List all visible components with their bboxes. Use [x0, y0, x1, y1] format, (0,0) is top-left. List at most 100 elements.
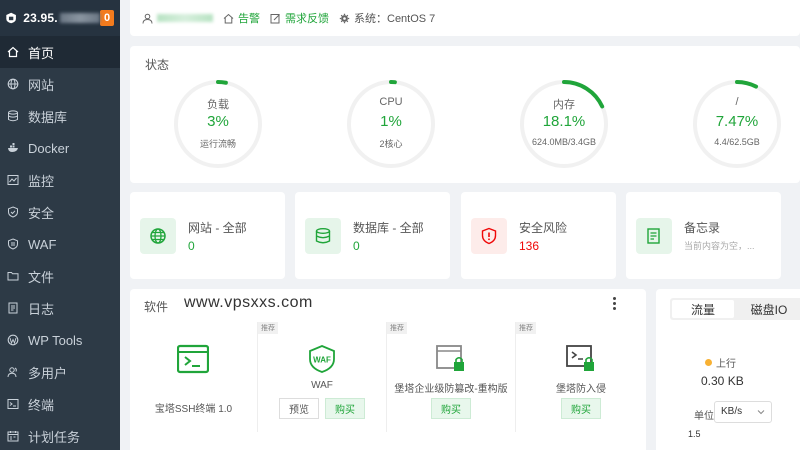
- sidebar-item-website[interactable]: 网站: [0, 68, 120, 100]
- gauge-value: 1%: [380, 113, 402, 130]
- status-panel: 状态 负载 3% 运行流畅 CPU 1% 2核心 内存 18.1% 624.0M…: [130, 46, 800, 183]
- bt-logo-icon: [6, 12, 16, 24]
- sidebar-item-docker[interactable]: Docker: [0, 132, 120, 164]
- traffic-panel: 流量 磁盘IO 上行 0.30 KB 单位 KB/s 1.5: [656, 289, 800, 450]
- sidebar-item-home[interactable]: 首页: [0, 36, 120, 68]
- sidebar-item-multi-user[interactable]: 多用户: [0, 356, 120, 388]
- watermark-text: www.vpsxxs.com: [184, 294, 313, 311]
- sidebar-item-wp-tools[interactable]: WP Tools: [0, 324, 120, 356]
- software-item-tamper-proof[interactable]: 推荐 堡塔企业级防篡改-重构版 购买: [387, 322, 516, 432]
- sidebar-item-files[interactable]: 文件: [0, 260, 120, 292]
- unit-select-value: KB/s: [721, 406, 743, 417]
- card-title: 安全风险: [519, 221, 568, 235]
- preview-button[interactable]: 预览: [279, 398, 319, 419]
- sidebar-item-label: 监控: [28, 173, 55, 189]
- sidebar-item-logs[interactable]: 日志: [0, 292, 120, 324]
- sidebar-item-terminal[interactable]: 终端: [0, 388, 120, 420]
- sidebar-item-label: 终端: [28, 397, 55, 413]
- software-panel: 软件 www.vpsxxs.com 宝塔SSH终端 1.0 推荐 WAF WAF…: [130, 289, 646, 450]
- buy-button[interactable]: 购买: [325, 398, 365, 419]
- card-icon-wrap: [140, 218, 176, 254]
- card-title: 数据库 - 全部: [353, 221, 424, 235]
- card-icon-wrap: [636, 218, 672, 254]
- software-name: 堡塔企业级防篡改-重构版: [394, 384, 508, 395]
- software-item-intrusion-prevention[interactable]: 推荐 堡塔防入侵 购买: [516, 322, 646, 432]
- folder-icon: [7, 272, 19, 281]
- sidebar-item-label: 首页: [28, 45, 55, 61]
- software-item-waf[interactable]: 推荐 WAF WAF 预览 购买: [258, 322, 387, 432]
- card-databases[interactable]: 数据库 - 全部 0: [295, 192, 450, 279]
- users-icon: [7, 367, 17, 378]
- buy-button[interactable]: 购买: [561, 398, 601, 419]
- ssh-terminal-icon: [177, 344, 209, 374]
- sidebar-item-waf[interactable]: WAF: [0, 228, 120, 260]
- user-account[interactable]: [142, 13, 213, 24]
- gauge-sub: 624.0MB/3.4GB: [531, 137, 597, 147]
- gauge-memory[interactable]: 内存 18.1% 624.0MB/3.4GB: [516, 76, 612, 172]
- sidebar-item-label: 安全: [28, 205, 55, 221]
- sidebar-item-monitor[interactable]: 监控: [0, 164, 120, 196]
- alert-link[interactable]: 告警: [223, 10, 260, 26]
- upstream-label: 上行: [716, 359, 736, 370]
- software-title: 软件: [144, 300, 169, 314]
- log-icon: [8, 302, 18, 314]
- sidebar-item-label: Docker: [28, 140, 70, 156]
- sidebar-item-label: WP Tools: [28, 332, 83, 348]
- gauge-label: 内存: [553, 99, 575, 111]
- sidebar-item-label: 网站: [28, 77, 55, 93]
- sidebar-item-database[interactable]: 数据库: [0, 100, 120, 132]
- sidebar-item-security[interactable]: 安全: [0, 196, 120, 228]
- user-icon: [142, 13, 153, 24]
- gauge-value: 3%: [207, 113, 229, 130]
- recommend-tag: 推荐: [258, 322, 278, 334]
- gauge-load[interactable]: 负载 3% 运行流畅: [170, 76, 266, 172]
- card-websites[interactable]: 网站 - 全部 0: [130, 192, 285, 279]
- status-title: 状态: [145, 58, 170, 72]
- gauge-sub: 4.4/62.5GB: [714, 137, 760, 147]
- gauge-label: 负载: [207, 99, 229, 111]
- shield-warning-icon: [481, 227, 497, 245]
- card-security-risk[interactable]: 安全风险 136: [461, 192, 616, 279]
- memo-icon: [647, 228, 660, 244]
- waf-icon: [8, 238, 18, 250]
- unit-label: 单位: [694, 411, 714, 422]
- shield-icon: [8, 206, 18, 218]
- svg-text:WAF: WAF: [313, 356, 331, 365]
- upstream-value: 0.30 KB: [701, 374, 744, 388]
- card-value: 136: [519, 239, 540, 253]
- sidebar-item-label: 文件: [28, 269, 55, 285]
- waf-shield-icon: WAF: [309, 345, 335, 373]
- card-icon-wrap: [305, 218, 341, 254]
- gauge-value: 18.1%: [542, 113, 586, 130]
- gauge-disk[interactable]: / 7.47% 4.4/62.5GB: [689, 76, 785, 172]
- card-value: 0: [188, 239, 195, 253]
- software-item-ssh[interactable]: 宝塔SSH终端 1.0: [130, 322, 258, 432]
- server-ip: 23.95.: [23, 11, 58, 25]
- gauge-sub: 运行流畅: [199, 139, 236, 149]
- schedule-icon: [7, 431, 19, 442]
- sidebar-item-label: WAF: [28, 236, 57, 252]
- card-title: 备忘录: [684, 221, 721, 235]
- feedback-link[interactable]: 需求反馈: [270, 10, 329, 26]
- wordpress-icon: [7, 334, 19, 346]
- gauge-sub: 2核心: [379, 139, 403, 149]
- sidebar: 23.95. 0 首页 网站 数据库 Docker 监控 安全 WAF 文件 日…: [0, 0, 120, 450]
- unit-select[interactable]: KB/s: [714, 401, 772, 423]
- gauge-cpu[interactable]: CPU 1% 2核心: [343, 76, 439, 172]
- card-icon-wrap: [471, 218, 507, 254]
- buy-button[interactable]: 购买: [431, 398, 471, 419]
- card-value: 0: [353, 239, 360, 253]
- tab-traffic[interactable]: 流量: [672, 300, 734, 318]
- globe-icon: [150, 228, 166, 244]
- top-bar: 告警 需求反馈 系统：CentOS 7: [130, 0, 800, 36]
- system-label: 系统：CentOS 7: [354, 13, 436, 25]
- traffic-tabs: 流量 磁盘IO: [670, 298, 800, 320]
- sidebar-item-label: 数据库: [28, 109, 68, 125]
- sidebar-item-cron[interactable]: 计划任务: [0, 420, 120, 450]
- card-memo[interactable]: 备忘录 当前内容为空，...: [626, 192, 781, 279]
- more-menu-icon[interactable]: [613, 297, 617, 312]
- tamper-proof-icon: [436, 345, 464, 371]
- alert-label: 告警: [238, 13, 260, 25]
- tab-disk-io[interactable]: 磁盘IO: [736, 298, 800, 320]
- notification-badge[interactable]: 0: [100, 10, 114, 26]
